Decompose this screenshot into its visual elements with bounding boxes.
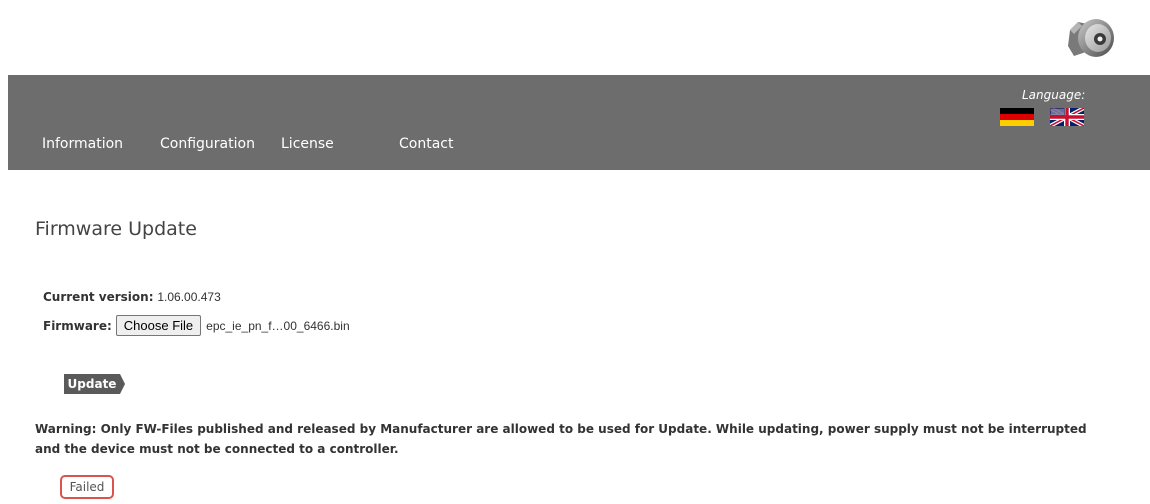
current-version-row: Current version: 1.06.00.473 xyxy=(43,290,221,304)
warning-text: Warning: Only FW-Files published and rel… xyxy=(35,422,1087,456)
nav-item-contact[interactable]: Contact xyxy=(399,136,453,152)
status-badge: Failed xyxy=(60,475,114,499)
page: Information Configuration License Contac… xyxy=(0,0,1150,504)
flag-de-icon[interactable] xyxy=(1000,108,1034,126)
current-version-label: Current version: xyxy=(43,290,154,304)
firmware-row: Firmware: Choose File epc_ie_pn_f…00_646… xyxy=(43,315,350,336)
update-button[interactable]: Update xyxy=(64,374,126,394)
language-label: Language: xyxy=(1022,88,1086,102)
current-version-value: 1.06.00.473 xyxy=(157,290,221,304)
update-button-label: Update xyxy=(67,377,117,391)
choose-file-button[interactable]: Choose File xyxy=(115,315,202,336)
nav-item-information[interactable]: Information xyxy=(42,136,123,152)
rotary-encoder-icon xyxy=(1064,12,1116,60)
nav-item-configuration[interactable]: Configuration xyxy=(160,136,255,152)
main-nav-bar: Information Configuration License Contac… xyxy=(8,75,1150,170)
page-title: Firmware Update xyxy=(35,218,197,240)
nav-item-license[interactable]: License xyxy=(281,136,334,152)
flag-uk-icon[interactable] xyxy=(1050,108,1084,126)
firmware-label: Firmware: xyxy=(43,318,112,333)
selected-file-name: epc_ie_pn_f…00_6466.bin xyxy=(206,318,350,333)
